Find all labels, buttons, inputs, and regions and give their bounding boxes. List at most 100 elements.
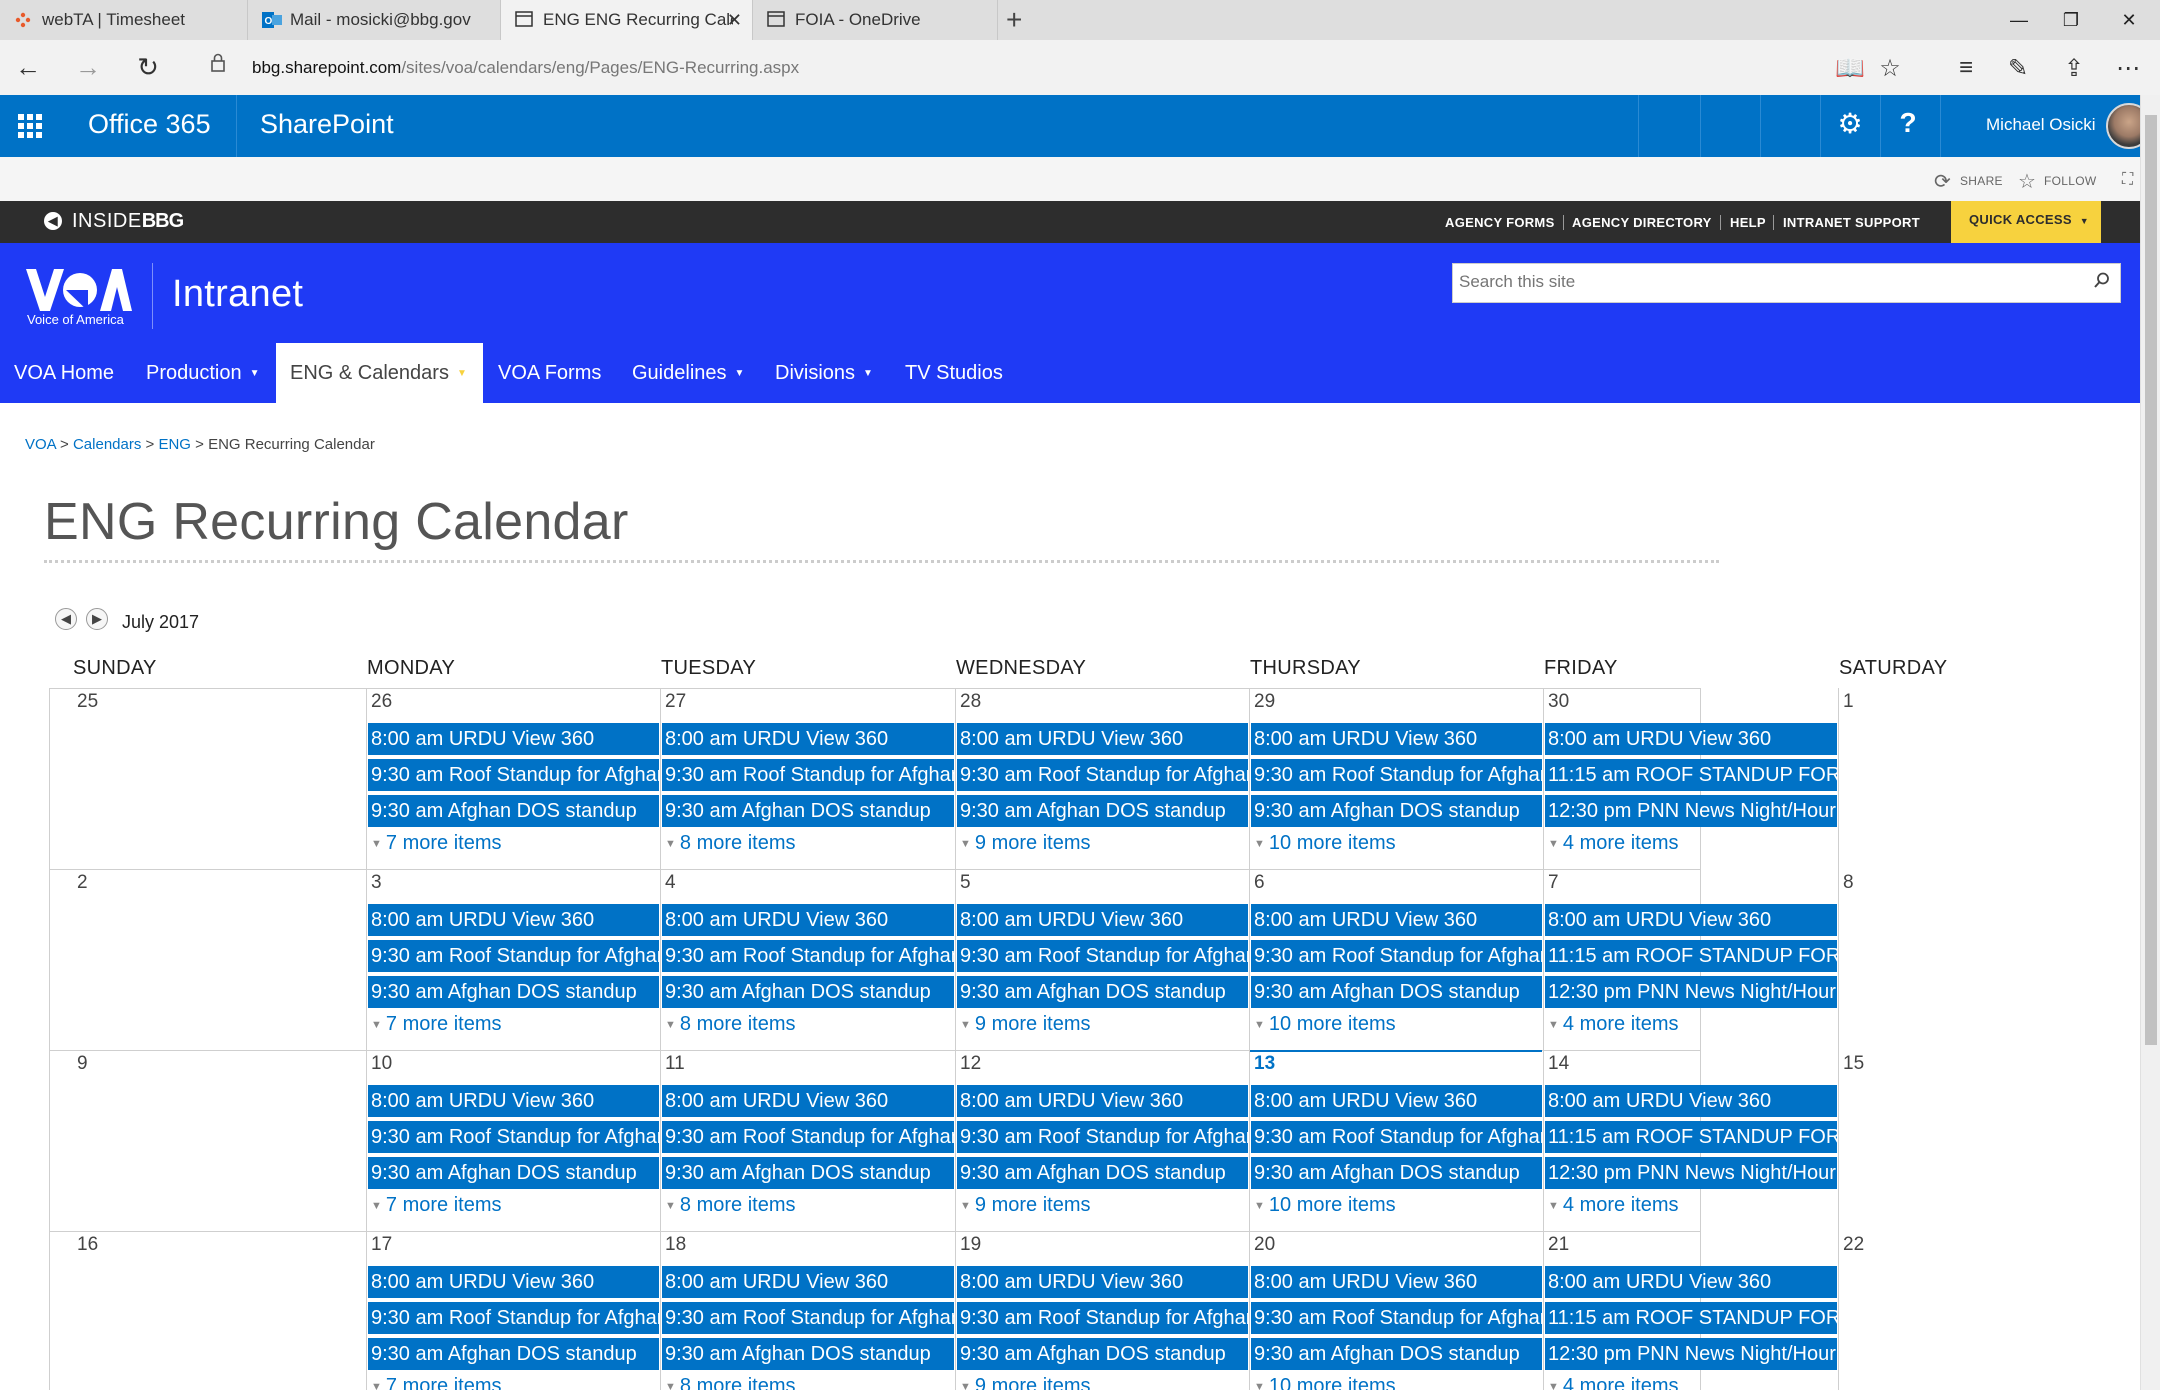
site-search-box[interactable] [1452,263,2121,303]
calendar-event[interactable]: 8:00 am URDU View 360 [1545,904,1837,936]
close-window-icon[interactable]: ✕ [2098,0,2160,40]
calendar-event[interactable]: 8:00 am URDU View 360 [368,723,659,755]
calendar-event[interactable]: 11:15 am ROOF STANDUP FOR [1545,759,1837,791]
calendar-day-cell[interactable]: 8 [1838,869,2078,1050]
breadcrumb-link[interactable]: ENG [158,436,191,453]
calendar-event[interactable]: 9:30 am Afghan DOS standup [368,1338,659,1370]
calendar-event[interactable]: 8:00 am URDU View 360 [957,723,1248,755]
calendar-event[interactable]: 11:15 am ROOF STANDUP FOR [1545,1302,1837,1334]
browser-tab-active[interactable]: ENG ENG Recurring Cale ✕ [501,0,753,40]
date-number[interactable]: 8 [1843,872,1854,894]
calendar-day-cell[interactable]: 21 8:00 am URDU View 360 11:15 am ROOF STA… [1543,1231,1838,1390]
calendar-event[interactable]: 12:30 pm PNN News Night/Hour [1545,1157,1837,1189]
new-tab-icon[interactable]: + [1006,4,1022,36]
restore-icon[interactable]: ❐ [2040,0,2102,40]
calendar-event[interactable]: 8:00 am URDU View 360 [662,723,954,755]
previous-month-icon[interactable]: ◀ [55,608,77,630]
nav-item-voa-forms[interactable]: VOA Forms [484,343,615,403]
calendar-event[interactable]: 9:30 am Afghan DOS standup [368,1157,659,1189]
close-tab-icon[interactable]: ✕ [727,10,742,31]
calendar-event[interactable]: 9:30 am Afghan DOS standup [957,1157,1248,1189]
more-items-link[interactable]: ▼ 10 more items [1254,832,1396,855]
site-title[interactable]: Intranet [172,273,303,316]
calendar-event[interactable]: 8:00 am URDU View 360 [1251,723,1542,755]
help-icon[interactable]: ? [1888,107,1928,139]
calendar-day-cell[interactable]: 25 [49,688,366,869]
reading-view-icon[interactable]: 📖 [1832,54,1868,83]
date-number[interactable]: 5 [960,872,971,894]
quick-access-button[interactable]: QUICK ACCESS ▼ [1951,201,2101,243]
follow-star-icon[interactable]: ☆ [2018,169,2036,194]
more-items-link[interactable]: ▼ 10 more items [1254,1194,1396,1217]
calendar-event[interactable]: 8:00 am URDU View 360 [957,904,1248,936]
calendar-event[interactable]: 9:30 am Afghan DOS standup [662,976,954,1008]
calendar-day-cell[interactable]: 11 8:00 am URDU View 360 9:30 am Roof Stan… [660,1050,955,1231]
calendar-event[interactable]: 9:30 am Afghan DOS standup [957,1338,1248,1370]
calendar-event[interactable]: 9:30 am Afghan DOS standup [368,976,659,1008]
more-items-link[interactable]: ▼ 9 more items [960,1013,1090,1036]
calendar-event[interactable]: 8:00 am URDU View 360 [368,904,659,936]
nav-item-voa-home[interactable]: VOA Home [0,343,128,403]
more-items-link[interactable]: ▼ 4 more items [1548,1013,1678,1036]
more-items-link[interactable]: ▼ 4 more items [1548,1375,1678,1390]
more-items-link[interactable]: ▼ 9 more items [960,1194,1090,1217]
date-number[interactable]: 25 [77,691,98,713]
browser-tab[interactable]: FOIA - OneDrive [753,0,998,40]
calendar-event[interactable]: 8:00 am URDU View 360 [368,1085,659,1117]
calendar-day-cell[interactable]: 7 8:00 am URDU View 360 11:15 am ROOF STAN… [1543,869,1838,1050]
date-number[interactable]: 18 [665,1234,686,1256]
calendar-event[interactable]: 9:30 am Roof Standup for Afghanistan [662,1302,954,1334]
date-number[interactable]: 6 [1254,872,1265,894]
nav-item-production[interactable]: Production ▼ [132,343,274,403]
calendar-event[interactable]: 12:30 pm PNN News Night/Hour [1545,1338,1837,1370]
calendar-day-cell[interactable]: 27 8:00 am URDU View 360 9:30 am Roof Stan… [660,688,955,869]
calendar-event[interactable]: 8:00 am URDU View 360 [1251,904,1542,936]
calendar-event[interactable]: 9:30 am Afghan DOS standup [662,795,954,827]
forward-icon[interactable]: → [70,52,106,84]
date-number[interactable]: 16 [77,1234,98,1256]
calendar-event[interactable]: 9:30 am Roof Standup for Afghanistan [1251,940,1542,972]
more-items-link[interactable]: ▼ 8 more items [665,1375,795,1390]
calendar-day-cell[interactable]: 3 8:00 am URDU View 360 9:30 am Roof Stand… [366,869,660,1050]
calendar-event[interactable]: 9:30 am Roof Standup for Afghanistan [1251,759,1542,791]
more-items-link[interactable]: ▼ 4 more items [1548,1194,1678,1217]
date-number[interactable]: 10 [371,1053,392,1075]
calendar-day-cell[interactable]: 4 8:00 am URDU View 360 9:30 am Roof Stand… [660,869,955,1050]
calendar-event[interactable]: 9:30 am Roof Standup for Afghanistan [662,759,954,791]
nav-item-eng-calendars[interactable]: ENG & Calendars ▼ [276,343,483,403]
agency-directory-link[interactable]: AGENCY DIRECTORY [1572,215,1712,230]
calendar-event[interactable]: 9:30 am Afghan DOS standup [1251,976,1542,1008]
date-number[interactable]: 29 [1254,691,1275,713]
date-number[interactable]: 30 [1548,691,1569,713]
date-number[interactable]: 27 [665,691,686,713]
date-number[interactable]: 9 [77,1053,88,1075]
calendar-day-cell[interactable]: 20 8:00 am URDU View 360 9:30 am Roof Stan… [1249,1231,1543,1390]
date-number[interactable]: 1 [1843,691,1854,713]
calendar-day-cell[interactable]: 13 8:00 am URDU View 360 9:30 am Roof Stan… [1249,1050,1543,1231]
browser-tab[interactable]: O Mail - mosicki@bbg.gov [248,0,501,40]
share-icon[interactable]: ⟳ [1934,169,1951,194]
more-items-link[interactable]: ▼ 8 more items [665,832,795,855]
calendar-event[interactable]: 8:00 am URDU View 360 [662,904,954,936]
calendar-event[interactable]: 9:30 am Roof Standup for Afghanistan [1251,1121,1542,1153]
calendar-day-cell[interactable]: 6 8:00 am URDU View 360 9:30 am Roof Stand… [1249,869,1543,1050]
browser-tab[interactable]: webTA | Timesheet [0,0,248,40]
date-number[interactable]: 22 [1843,1234,1864,1256]
calendar-event[interactable]: 9:30 am Roof Standup for Afghanistan [1251,1302,1542,1334]
calendar-day-cell[interactable]: 15 [1838,1050,2078,1231]
calendar-event[interactable]: 9:30 am Afghan DOS standup [1251,795,1542,827]
follow-button[interactable]: FOLLOW [2044,174,2096,188]
date-number[interactable]: 11 [665,1053,685,1075]
calendar-day-cell[interactable]: 28 8:00 am URDU View 360 9:30 am Roof Stan… [955,688,1249,869]
settings-gear-icon[interactable]: ⚙ [1830,107,1870,140]
more-items-link[interactable]: ▼ 7 more items [371,1375,501,1390]
refresh-icon[interactable]: ↻ [130,52,166,84]
date-number[interactable]: 26 [371,691,392,713]
calendar-event[interactable]: 8:00 am URDU View 360 [662,1266,954,1298]
date-number[interactable]: 7 [1548,872,1559,894]
date-number[interactable]: 12 [960,1053,981,1075]
more-items-link[interactable]: ▼ 10 more items [1254,1375,1396,1390]
calendar-event[interactable]: 9:30 am Roof Standup for Afghanistan [368,1302,659,1334]
focus-content-icon[interactable]: ⛶ [2122,171,2133,189]
calendar-event[interactable]: 9:30 am Roof Standup for Afghanistan [662,1121,954,1153]
